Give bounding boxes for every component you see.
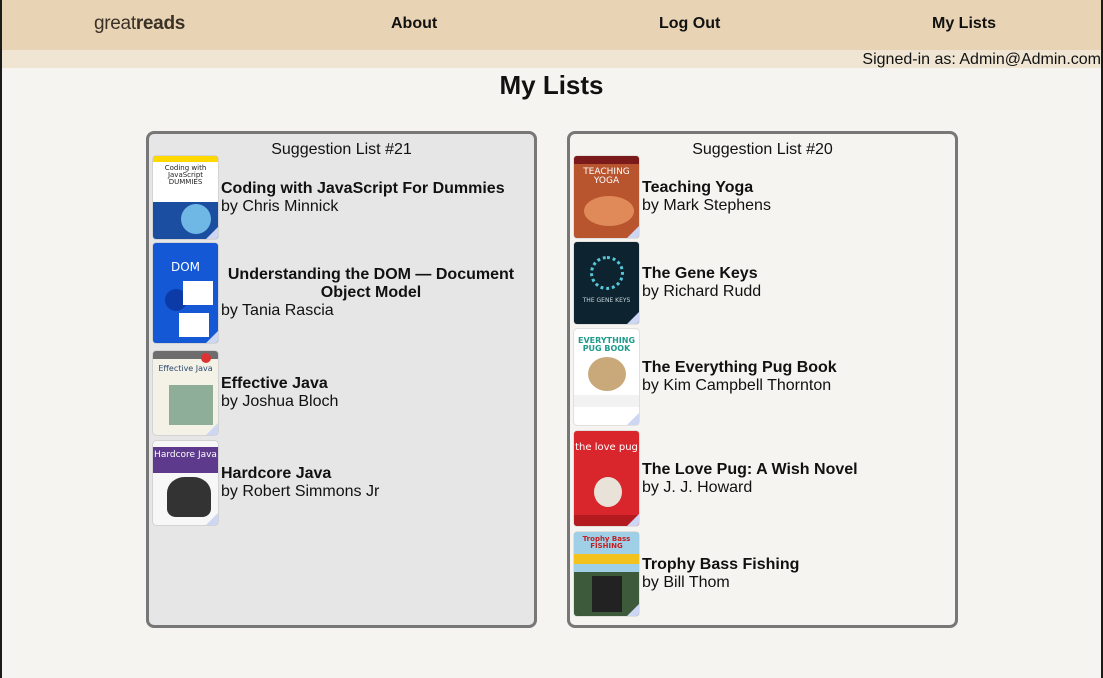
book-author: by Bill Thom xyxy=(642,574,730,591)
navbar: greatreads About Log Out My Lists xyxy=(2,0,1101,50)
book-meta: Understanding the DOM — Document Object … xyxy=(221,266,521,320)
book-author: by Kim Campbell Thornton xyxy=(642,377,832,394)
book-title: The Gene Keys xyxy=(642,265,758,282)
book-cover[interactable]: TEACHING YOGA xyxy=(574,156,639,238)
book-title: Trophy Bass Fishing xyxy=(642,556,800,573)
book-cover[interactable]: DOM xyxy=(153,243,218,343)
book-cover[interactable]: the love pug xyxy=(574,431,639,526)
book-cover[interactable]: Hardcore Java xyxy=(153,441,218,525)
greatreads-logo[interactable]: greatreads xyxy=(94,13,185,35)
book-author: by Tania Rascia xyxy=(221,302,334,319)
book-item[interactable]: EVERYTHING PUG BOOK The Everything Pug B… xyxy=(574,329,837,425)
book-meta: The Gene Keys by Richard Rudd xyxy=(642,265,761,301)
book-item[interactable]: Effective Java Effective Java by Joshua … xyxy=(153,351,338,435)
suggestion-list-panel: Suggestion List #20 TEACHING YOGA Teachi… xyxy=(567,131,958,628)
book-author: by J. J. Howard xyxy=(642,478,753,496)
cover-caption: EVERYTHING PUG BOOK xyxy=(577,336,636,353)
book-author: by Joshua Bloch xyxy=(221,393,339,410)
book-item[interactable]: Hardcore Java Hardcore Java by Robert Si… xyxy=(153,441,379,525)
book-title: The Love Pug: A Wish Novel xyxy=(642,460,858,478)
book-meta: Hardcore Java by Robert Simmons Jr xyxy=(221,465,379,501)
book-meta: Teaching Yoga by Mark Stephens xyxy=(642,179,771,215)
nav-about-link[interactable]: About xyxy=(391,15,437,33)
book-cover[interactable]: EVERYTHING PUG BOOK xyxy=(574,329,639,425)
book-title: Hardcore Java xyxy=(221,465,332,482)
nav-mylists-link[interactable]: My Lists xyxy=(932,15,996,33)
book-author: by Robert Simmons Jr xyxy=(221,483,380,500)
book-title: Teaching Yoga xyxy=(642,179,754,196)
book-meta: The Love Pug: A Wish Novel by J. J. Howa… xyxy=(642,461,858,497)
book-title: The Everything Pug Book xyxy=(642,359,837,376)
book-title: Coding with JavaScript For Dummies xyxy=(221,179,505,197)
cover-caption: TEACHING YOGA xyxy=(583,167,630,186)
book-title: Effective Java xyxy=(221,375,328,392)
cover-caption: Coding with JavaScript DUMMIES xyxy=(164,164,207,186)
book-item[interactable]: TEACHING YOGA Teaching Yoga by Mark Step… xyxy=(574,156,771,238)
book-cover[interactable]: Coding with JavaScript DUMMIES xyxy=(153,156,218,239)
logo-light-text: great xyxy=(94,13,136,34)
book-item[interactable]: DOM Understanding the DOM — Document Obj… xyxy=(153,243,521,343)
book-item[interactable]: Coding with JavaScript DUMMIES Coding wi… xyxy=(153,156,505,239)
signed-in-text: Signed-in as: Admin@Admin.com xyxy=(862,51,1101,68)
cover-caption: THE GENE KEYS xyxy=(582,297,631,304)
book-meta: Trophy Bass Fishing by Bill Thom xyxy=(642,556,799,592)
cover-caption: Hardcore Java xyxy=(154,450,217,460)
book-item[interactable]: THE GENE KEYS The Gene Keys by Richard R… xyxy=(574,242,761,324)
book-cover[interactable]: Effective Java xyxy=(153,351,218,435)
book-item[interactable]: Trophy Bass FISHING Trophy Bass Fishing … xyxy=(574,532,799,616)
suggestion-list-panel: Suggestion List #21 Coding with JavaScri… xyxy=(146,131,537,628)
cover-caption: Effective Java xyxy=(158,364,213,373)
cover-caption: Trophy Bass FISHING xyxy=(582,535,631,550)
book-title: Understanding the DOM — Document Object … xyxy=(227,266,515,301)
book-cover[interactable]: THE GENE KEYS xyxy=(574,242,639,324)
nav-logout-link[interactable]: Log Out xyxy=(659,15,720,33)
cover-caption: DOM xyxy=(170,260,201,274)
book-author: by Richard Rudd xyxy=(642,283,762,300)
book-author: by Mark Stephens xyxy=(642,197,771,214)
logo-bold-text: reads xyxy=(135,13,186,34)
book-meta: Coding with JavaScript For Dummies by Ch… xyxy=(221,180,505,216)
book-author: by Chris Minnick xyxy=(221,197,339,215)
book-cover[interactable]: Trophy Bass FISHING xyxy=(574,532,639,616)
page-title: My Lists xyxy=(499,70,604,100)
cover-caption: the love pug xyxy=(575,442,638,453)
book-item[interactable]: the love pug The Love Pug: A Wish Novel … xyxy=(574,431,858,526)
book-meta: Effective Java by Joshua Bloch xyxy=(221,375,338,411)
book-meta: The Everything Pug Book by Kim Campbell … xyxy=(642,359,837,395)
